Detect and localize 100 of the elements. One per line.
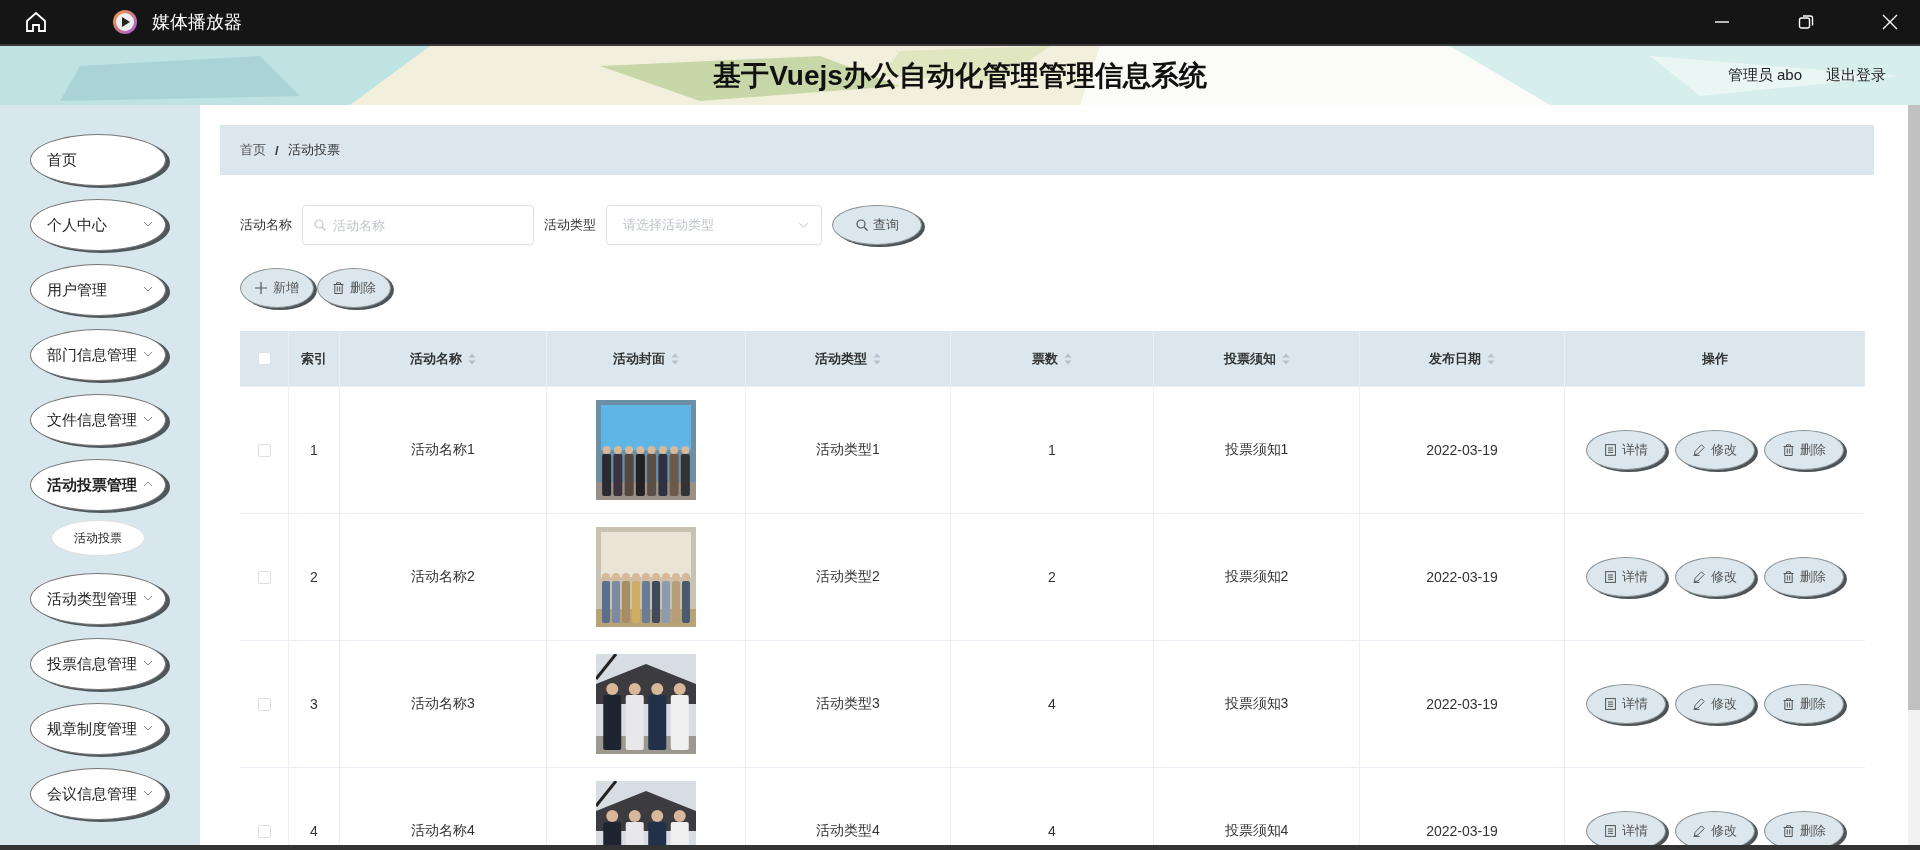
delete-button[interactable]: 删除	[1764, 684, 1844, 724]
sidebar-subitem[interactable]: 活动投票	[51, 520, 145, 556]
table-cell: 4	[310, 823, 318, 839]
chevron-icon	[143, 286, 153, 292]
chevron-icon	[143, 595, 153, 601]
table-cell: 2022-03-19	[1426, 823, 1498, 839]
table-cell: 活动类型4	[816, 822, 880, 840]
details-button[interactable]: 详情	[1586, 811, 1666, 845]
table-cell: 2022-03-19	[1426, 696, 1498, 712]
checkbox[interactable]	[257, 697, 271, 711]
play-icon	[112, 9, 138, 35]
sort-icon	[671, 352, 679, 365]
sidebar-item[interactable]: 用户管理	[30, 264, 166, 316]
details-button[interactable]: 详情	[1586, 684, 1666, 724]
trash-icon	[1782, 571, 1794, 583]
chevron-icon	[143, 481, 153, 487]
search-field[interactable]: 活动名称	[302, 205, 534, 245]
sidebar-item[interactable]: 规章制度管理	[30, 703, 166, 755]
sidebar-item[interactable]: 活动投票管理	[30, 459, 166, 511]
table-cell: 活动类型3	[816, 695, 880, 713]
table-cell: 4	[1048, 823, 1056, 839]
column-header: 索引	[301, 349, 327, 368]
column-header[interactable]: 投票须知	[1223, 349, 1290, 368]
close-icon[interactable]	[1882, 14, 1898, 30]
sort-icon	[1487, 352, 1495, 365]
sidebar-item[interactable]: 文件信息管理	[30, 394, 166, 446]
chevron-icon	[143, 790, 153, 796]
delete-button[interactable]: 删除	[1764, 557, 1844, 597]
table-cell: 投票须知2	[1224, 568, 1289, 586]
column-header[interactable]: 活动类型	[815, 349, 881, 368]
sidebar-item[interactable]: 部门信息管理	[30, 329, 166, 381]
details-button[interactable]: 详情	[1586, 557, 1666, 597]
chevron-icon	[143, 351, 153, 357]
edit-button[interactable]: 修改	[1675, 557, 1755, 597]
table-cell: 活动名称1	[411, 441, 475, 459]
logout-link[interactable]: 退出登录	[1826, 66, 1886, 85]
edit-button[interactable]: 修改	[1675, 811, 1755, 845]
table-cell: 2	[1048, 569, 1056, 585]
checkbox[interactable]	[257, 570, 271, 584]
chevron-icon	[798, 222, 809, 228]
table-cell: 1	[1048, 442, 1056, 458]
column-header[interactable]: 活动名称	[410, 349, 476, 368]
plus-icon	[255, 282, 267, 294]
trash-icon	[1782, 825, 1794, 837]
table-cell: 2022-03-19	[1426, 442, 1498, 458]
checkbox[interactable]	[257, 443, 271, 457]
table-cell: 3	[310, 696, 318, 712]
pencil-icon	[1693, 571, 1705, 583]
add-button[interactable]: 新增	[240, 268, 314, 308]
chevron-icon	[143, 660, 153, 666]
column-header[interactable]: 活动封面	[613, 349, 679, 368]
trash-icon	[1782, 698, 1794, 710]
table-cell: 活动类型2	[816, 568, 880, 586]
search-icon	[855, 219, 868, 231]
checkbox[interactable]	[257, 352, 271, 365]
details-button[interactable]: 详情	[1586, 430, 1666, 470]
sidebar-item[interactable]: 个人中心	[30, 199, 166, 251]
trash-icon	[332, 282, 344, 294]
table-cell: 活动类型1	[816, 441, 880, 459]
delete-button[interactable]: 删除	[317, 268, 391, 308]
checkbox[interactable]	[257, 824, 271, 838]
home-icon	[24, 10, 48, 34]
search-button[interactable]: 查询	[832, 205, 922, 245]
sidebar-item[interactable]: 首页	[30, 134, 166, 186]
table-cell: 1	[310, 442, 318, 458]
trash-icon	[1782, 444, 1794, 456]
breadcrumb-separator: /	[275, 142, 279, 158]
user-name: 管理员 abo	[1727, 66, 1802, 85]
table-cell: 4	[1048, 696, 1056, 712]
restore-icon[interactable]	[1798, 14, 1814, 30]
scrollbar-thumb[interactable]	[1908, 105, 1920, 710]
search-icon	[314, 219, 326, 231]
chevron-icon	[143, 221, 153, 227]
delete-button[interactable]: 删除	[1764, 430, 1844, 470]
app-title: 基于Vuejs办公自动化管理管理信息系统	[713, 59, 1207, 91]
edit-button[interactable]: 修改	[1675, 430, 1755, 470]
table-cell: 2	[310, 569, 318, 585]
chevron-icon	[143, 725, 153, 731]
sidebar-item[interactable]: 会议信息管理	[30, 768, 166, 820]
document-icon	[1604, 571, 1616, 583]
sort-icon	[1281, 352, 1290, 365]
field-label: 活动类型	[544, 216, 596, 234]
column-header[interactable]: 票数	[1032, 349, 1072, 368]
breadcrumb-item[interactable]: 首页	[240, 141, 266, 159]
sidebar-item[interactable]: 投票信息管理	[30, 638, 166, 690]
chevron-icon	[143, 416, 153, 422]
table-cell: 活动名称2	[411, 568, 475, 586]
sort-icon	[873, 352, 881, 365]
table-cell: 2022-03-19	[1426, 569, 1498, 585]
column-header[interactable]: 发布日期	[1429, 349, 1495, 368]
document-icon	[1604, 698, 1616, 710]
sort-icon	[468, 352, 476, 365]
pencil-icon	[1693, 825, 1705, 837]
pencil-icon	[1693, 698, 1705, 710]
delete-button[interactable]: 删除	[1764, 811, 1844, 845]
table-cell: 投票须知4	[1224, 822, 1289, 840]
edit-button[interactable]: 修改	[1675, 684, 1755, 724]
sort-icon	[1064, 352, 1072, 365]
document-icon	[1604, 825, 1616, 837]
sidebar-item[interactable]: 活动类型管理	[30, 573, 166, 625]
